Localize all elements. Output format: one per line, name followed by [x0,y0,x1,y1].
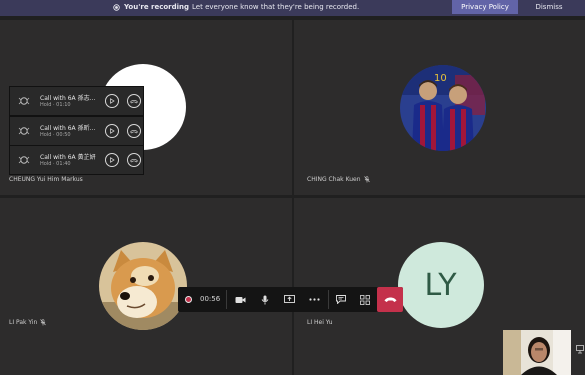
participant-avatar-initials: LY [398,242,484,328]
chat-button[interactable] [333,292,349,307]
resume-call-button[interactable] [105,94,119,108]
participant-name: CHEUNG Yui Him Markus [9,176,83,183]
call-timer: 00:56 [200,295,221,303]
participants-icon [360,294,370,305]
held-call-icon [18,127,30,135]
device-icon[interactable] [576,345,584,354]
share-screen-icon [283,295,295,303]
camera-button[interactable] [232,292,248,307]
resume-call-button[interactable] [105,124,119,138]
leave-call-button[interactable] [377,287,403,312]
more-actions-button[interactable] [306,292,322,307]
divider [226,290,227,309]
microphone-button[interactable] [257,292,273,307]
end-held-call-button[interactable] [127,153,141,167]
mic-muted-icon [40,319,47,326]
recording-text: Let everyone know that they're being rec… [192,3,360,11]
microphone-icon [261,295,269,304]
recording-icon [113,3,120,11]
privacy-policy-button[interactable]: Privacy Policy [452,0,518,14]
call-controls-bar: 00:56 [178,287,403,312]
participant-name: LI Pak Yin [9,319,47,326]
recording-indicator-icon [185,296,192,303]
participant-tile-2[interactable]: 10 CHING Chak Kuen [294,20,585,195]
participant-name: LI Hei Yu [307,319,333,326]
held-call-status: Hold · 01:10 [40,102,71,108]
participant-avatar: 10 [400,65,486,151]
mic-muted-icon [363,176,370,183]
held-call-item[interactable]: Call with 6A 孫志… Hold · 01:10 [10,87,143,115]
hang-up-icon [130,99,138,103]
participants-button[interactable] [357,292,373,307]
hang-up-icon [130,129,138,133]
hang-up-icon [384,297,396,302]
play-icon [110,98,115,104]
divider [328,290,329,309]
participant-name: CHING Chak Kuen [307,176,370,183]
chat-icon [336,295,346,304]
meeting-window: You're recording Let everyone know that … [0,0,585,375]
self-view-video[interactable] [503,330,571,375]
resume-call-button[interactable] [105,153,119,167]
more-icon [308,298,320,301]
held-call-icon [18,97,30,105]
held-call-status: Hold · 01:40 [40,161,71,167]
play-icon [110,128,115,134]
hang-up-icon [130,158,138,162]
video-camera-icon [235,296,245,303]
svg-text:10: 10 [434,73,447,84]
recording-title: You're recording [124,3,190,11]
held-call-item[interactable]: Call with 6A 孫昕… Hold · 00:50 [10,117,143,145]
participant-tile-1[interactable]: Call with 6A 孫志… Hold · 01:10 Call with … [0,20,292,195]
play-icon [110,157,115,163]
held-call-status: Hold · 00:50 [40,132,71,138]
held-call-item[interactable]: Call with 6A 黃芷妍 Hold · 01:40 [10,146,143,174]
held-call-icon [18,156,30,164]
held-calls-panel: Call with 6A 孫志… Hold · 01:10 Call with … [9,86,144,175]
end-held-call-button[interactable] [127,124,141,138]
dismiss-button[interactable]: Dismiss [528,0,570,14]
participant-avatar [99,242,187,330]
recording-banner: You're recording Let everyone know that … [0,0,585,16]
end-held-call-button[interactable] [127,94,141,108]
held-call-title: Call with 6A 孫志… [40,95,96,102]
recording-message: You're recording Let everyone know that … [113,3,359,11]
held-call-title: Call with 6A 黃芷妍 [40,154,96,161]
held-call-title: Call with 6A 孫昕… [40,125,96,132]
share-screen-button[interactable] [281,292,297,307]
